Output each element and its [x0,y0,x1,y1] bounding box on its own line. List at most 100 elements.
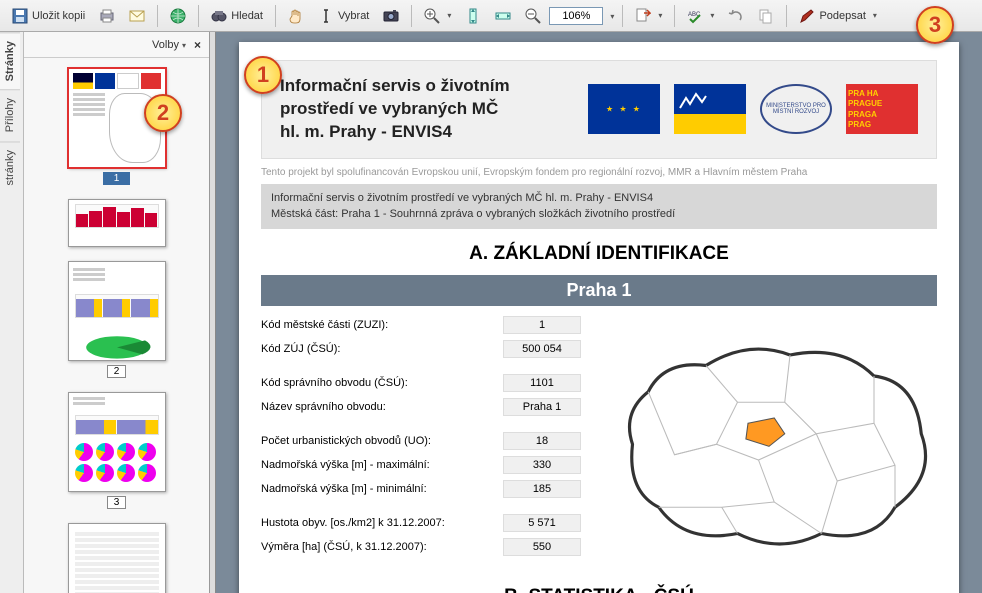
identification-table: Kód městské části (ZUZI):1 Kód ZÚJ (ČSÚ):… [261,316,581,562]
thumbnail-page-4[interactable] [68,523,166,593]
sidebar-tab-rail: Stránky Přílohy stránky [0,32,24,593]
ident-row: Kód správního obvodu (ČSÚ):1101 [261,374,581,392]
ident-value: Praha 1 [503,398,581,416]
info-band-line-2: Městská část: Praha 1 - Souhrnná zpráva … [271,206,927,223]
thumbnail-list[interactable]: 1 2 3 [24,58,209,593]
search-button[interactable]: Hledat [205,4,269,28]
funding-note: Tento projekt byl spolufinancován Evrops… [261,167,937,178]
print-button[interactable] [93,4,121,28]
close-panel-button[interactable]: × [194,38,201,52]
ident-label: Kód správního obvodu (ČSÚ): [261,377,503,389]
web-button[interactable] [164,4,192,28]
ident-label: Počet urbanistických obvodů (UO): [261,435,503,447]
tab-pages[interactable]: Stránky [0,32,20,89]
save-copy-button[interactable]: Uložit kopii [6,4,91,28]
ident-row: Výměra [ha] (ČSÚ, k 31.12.2007):550 [261,538,581,556]
abc-check-icon: ABC [687,8,703,24]
annotation-badge-1: 1 [244,56,282,94]
zoom-out-button[interactable] [519,4,547,28]
ident-value: 1101 [503,374,581,392]
ident-value: 500 054 [503,340,581,358]
ident-value: 18 [503,432,581,450]
document-viewport[interactable]: Informační servis o životním prostředí v… [216,32,982,593]
thumbnail-page-2[interactable]: 2 [68,261,166,378]
document-title: Informační servis o životním prostředí v… [280,75,574,144]
section-b-heading: B. STATISTIKA - ČSÚ [261,586,937,593]
ident-row: Nadmořská výška [m] - maximální:330 [261,456,581,474]
ident-row: Název správního obvodu:Praha 1 [261,398,581,416]
thumbnail-panel: Volby × 1 2 [24,32,210,593]
search-label: Hledat [231,10,263,22]
toolbar-separator [622,5,623,27]
thumbnail-preview [68,392,166,492]
ident-row: Hustota obyv. [os./km2] k 31.12.2007:5 5… [261,514,581,532]
section-a-heading: A. ZÁKLADNÍ IDENTIFIKACE [261,243,937,265]
fit-vertical-button[interactable] [459,4,487,28]
document-header: Informační servis o životním prostředí v… [261,60,937,159]
select-label: Vybrat [338,10,369,22]
thumbnail-page-1b[interactable] [68,199,166,247]
ident-row: Nadmořská výška [m] - minimální:185 [261,480,581,498]
tab-attachments[interactable]: Přílohy [0,89,20,140]
ident-label: Nadmořská výška [m] - minimální: [261,483,503,495]
praha-logo-icon: PRA HA PRAGUE PRAGA PRAG [846,84,918,134]
sign-button[interactable]: Podepsat [793,4,883,28]
thumbnail-number: 1 [103,172,131,185]
spellcheck-button[interactable]: ABC [681,4,720,28]
ibeam-icon [318,8,334,24]
hand-icon [288,8,304,24]
email-button[interactable] [123,4,151,28]
snapshot-button[interactable] [377,4,405,28]
zoom-percent-input[interactable] [549,7,603,25]
identification-block: Kód městské části (ZUZI):1 Kód ZÚJ (ČSÚ):… [261,316,937,562]
camera-icon [383,8,399,24]
ident-label: Název správního obvodu: [261,401,503,413]
fit-horizontal-button[interactable] [489,4,517,28]
globe-icon [170,8,186,24]
copy-icon [758,8,774,24]
envelope-icon [129,8,145,24]
binoculars-icon [211,8,227,24]
thumbnail-preview [68,199,166,247]
ident-row: Kód ZÚJ (ČSÚ):500 054 [261,340,581,358]
save-copy-label: Uložit kopii [32,10,85,22]
floppy-icon [12,8,28,24]
page-export-icon [635,8,651,24]
options-menu[interactable]: Volby [152,39,186,51]
ident-value: 185 [503,480,581,498]
select-tool-button[interactable]: Vybrat [312,4,375,28]
ident-label: Nadmořská výška [m] - maximální: [261,459,503,471]
ident-value: 550 [503,538,581,556]
undo-button[interactable] [722,4,750,28]
pen-icon [799,8,815,24]
district-title-bar: Praha 1 [261,275,937,306]
main-toolbar: Uložit kopii Hledat Vybrat [0,0,982,32]
thumbnail-number: 2 [107,365,127,378]
annotation-badge-2: 2 [144,94,182,132]
prague-map [601,316,937,562]
export-button[interactable] [629,4,668,28]
toolbar-separator [786,5,787,27]
ident-label: Hustota obyv. [os./km2] k 31.12.2007: [261,517,503,529]
zoom-out-icon [525,8,541,24]
info-band: Informační servis o životním prostředí v… [261,184,937,229]
thumbnail-page-3[interactable]: 3 [68,392,166,509]
ident-row: Kód městské části (ZUZI):1 [261,316,581,334]
thumbnail-preview [68,261,166,361]
copy-button[interactable] [752,4,780,28]
ident-label: Kód ZÚJ (ČSÚ): [261,343,503,355]
pdf-page: Informační servis o životním prostředí v… [239,42,959,593]
ident-value: 5 571 [503,514,581,532]
hand-tool-button[interactable] [282,4,310,28]
ident-label: Výměra [ha] (ČSÚ, k 31.12.2007): [261,541,503,553]
zoom-in-button[interactable] [418,4,457,28]
mmr-badge-icon: MINISTERSTVO PRO MÍSTNÍ ROZVOJ [760,84,832,134]
thumbnail-number: 3 [107,496,127,509]
fit-vertical-icon [465,8,481,24]
toolbar-separator [275,5,276,27]
tab-layers[interactable]: stránky [0,141,20,193]
thumbnail-panel-header: Volby × [24,32,209,58]
ident-label: Kód městské části (ZUZI): [261,319,503,331]
zoom-dropdown[interactable] [605,7,616,25]
toolbar-separator [411,5,412,27]
